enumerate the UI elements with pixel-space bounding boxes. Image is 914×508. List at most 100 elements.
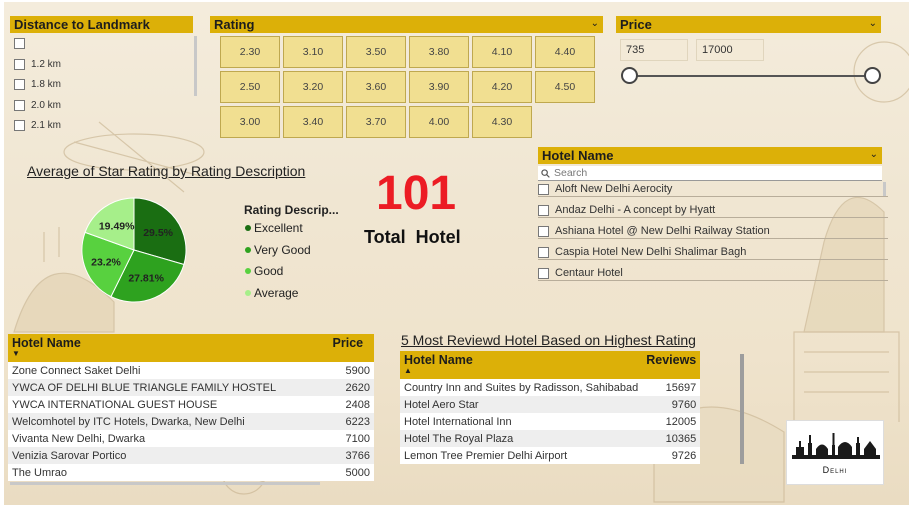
reviews-table-row[interactable]: Hotel Aero Star 9760 <box>400 396 701 413</box>
checkbox[interactable] <box>14 79 25 90</box>
hotel-name-option[interactable]: Caspia Hotel New Delhi Shalimar Bagh <box>538 246 888 260</box>
legend-item[interactable]: Very Good <box>245 243 311 257</box>
hotel-name-option[interactable]: Aloft New Delhi Aerocity <box>538 183 888 197</box>
hotel-name-cell: Lemon Tree Premier Delhi Airport <box>400 447 643 464</box>
legend-marker <box>245 225 251 231</box>
reviews-table-row[interactable]: Hotel The Royal Plaza 10365 <box>400 430 701 447</box>
chevron-down-icon[interactable]: ⌄ <box>869 16 877 31</box>
rating-option-button[interactable]: 4.50 <box>535 71 595 103</box>
checkbox[interactable] <box>538 225 549 237</box>
price-table-row[interactable]: Vivanta New Delhi, Dwarka 7100 <box>8 430 374 447</box>
rating-option-button[interactable]: 4.30 <box>472 106 532 138</box>
legend-label: Excellent <box>254 221 303 235</box>
price-slider-min-handle[interactable] <box>621 67 638 84</box>
value-cell: 2620 <box>328 379 374 396</box>
distance-option-label: 2.0 km <box>31 99 62 111</box>
rating-option-button[interactable]: 2.50 <box>220 71 280 103</box>
checkbox[interactable] <box>538 246 549 258</box>
reviews-table-row[interactable]: Country Inn and Suites by Radisson, Sahi… <box>400 379 701 396</box>
pie-chart-title: Average of Star Rating by Rating Descrip… <box>27 163 306 179</box>
rating-filter-header: Rating ⌄ <box>210 16 603 33</box>
rating-option-button[interactable]: 3.80 <box>409 36 469 68</box>
price-table-row[interactable]: The Umrao 5000 <box>8 464 374 481</box>
legend-item[interactable]: Good <box>245 264 283 278</box>
reviews-table-header-reviews[interactable]: Reviews <box>642 351 701 379</box>
reviews-table-body: Country Inn and Suites by Radisson, Sahi… <box>400 379 701 464</box>
price-max-input[interactable]: 17000 <box>696 39 764 61</box>
price-slider-max-handle[interactable] <box>864 67 881 84</box>
hotel-name-cell: Zone Connect Saket Delhi <box>8 362 329 379</box>
checkbox[interactable] <box>538 183 549 195</box>
distance-option[interactable]: 2.1 km <box>14 120 61 131</box>
distance-option[interactable] <box>14 38 31 49</box>
price-filter-header: Price ⌄ <box>616 16 881 33</box>
distance-filter-header: Distance to Landmark <box>10 16 193 33</box>
price-table-row[interactable]: Zone Connect Saket Delhi 5900 <box>8 362 374 379</box>
distance-option[interactable]: 1.8 km <box>14 79 61 90</box>
hotel-search-box[interactable]: Search <box>538 166 882 181</box>
checkbox[interactable] <box>14 120 25 131</box>
rating-option-button[interactable]: 3.60 <box>346 71 406 103</box>
rating-option-button[interactable]: 3.00 <box>220 106 280 138</box>
price-table-hscrollbar[interactable] <box>10 482 320 485</box>
hotel-name-option[interactable]: Centaur Hotel <box>538 267 888 281</box>
price-table-header-price[interactable]: Price <box>328 334 374 362</box>
rating-option-button[interactable]: 4.20 <box>472 71 532 103</box>
rating-option-button[interactable]: 2.30 <box>220 36 280 68</box>
price-min-input[interactable]: 735 <box>620 39 688 61</box>
rating-option-button[interactable]: 3.10 <box>283 36 343 68</box>
dashboard-canvas: Distance to Landmark 1.2 km 1.8 km 2.0 km 2… <box>4 2 909 505</box>
price-table-row[interactable]: YWCA OF DELHI BLUE TRIANGLE FAMILY HOSTE… <box>8 379 374 396</box>
checkbox[interactable] <box>538 204 549 216</box>
rating-option-button[interactable]: 3.20 <box>283 71 343 103</box>
reviews-table-scrollbar[interactable] <box>740 354 744 464</box>
reviews-table-row[interactable]: Lemon Tree Premier Delhi Airport 9726 <box>400 447 701 464</box>
rating-option-button[interactable]: 3.40 <box>283 106 343 138</box>
hotel-name-option-label: Centaur Hotel <box>555 267 623 279</box>
sort-asc-icon[interactable]: ▲ <box>404 367 638 375</box>
rating-option-button[interactable]: 4.10 <box>472 36 532 68</box>
price-table-row[interactable]: Venizia Sarovar Portico 3766 <box>8 447 374 464</box>
legend-marker <box>245 268 251 274</box>
price-table-header-hotel[interactable]: Hotel Name ▼ <box>8 334 329 362</box>
reviews-table-header-row: Hotel Name ▲ Reviews <box>400 351 701 379</box>
rating-option-button[interactable]: 3.50 <box>346 36 406 68</box>
distance-option-label: 2.1 km <box>31 120 62 131</box>
checkbox[interactable] <box>538 267 549 279</box>
chevron-down-icon[interactable]: ⌄ <box>591 16 599 31</box>
reviews-table-header-hotel[interactable]: Hotel Name ▲ <box>400 351 643 379</box>
hotel-name-option[interactable]: Ashiana Hotel @ New Delhi Railway Statio… <box>538 225 888 239</box>
hotel-name-cell: Hotel Aero Star <box>400 396 643 413</box>
value-cell: 12005 <box>642 413 701 430</box>
value-cell: 5900 <box>328 362 374 379</box>
hotel-name-cell: YWCA INTERNATIONAL GUEST HOUSE <box>8 396 329 413</box>
hotel-name-option-label: Caspia Hotel New Delhi Shalimar Bagh <box>555 246 747 258</box>
rating-option-button[interactable]: 3.70 <box>346 106 406 138</box>
legend-item[interactable]: Excellent <box>245 221 303 235</box>
chevron-down-icon[interactable]: ⌄ <box>870 147 878 162</box>
pie-legend-title: Rating Descrip... <box>244 203 339 217</box>
value-cell: 9760 <box>642 396 701 413</box>
hotel-name-option-label: Ashiana Hotel @ New Delhi Railway Statio… <box>555 225 770 237</box>
distance-filter-scrollbar[interactable] <box>194 36 197 96</box>
rating-option-button[interactable]: 4.40 <box>535 36 595 68</box>
rating-option-button[interactable]: 3.90 <box>409 71 469 103</box>
rating-option-button[interactable]: 4.00 <box>409 106 469 138</box>
value-cell: 15697 <box>642 379 701 396</box>
delhi-logo: Delhi <box>786 420 884 485</box>
checkbox[interactable] <box>14 58 25 70</box>
distance-option[interactable]: 2.0 km <box>14 99 62 111</box>
distance-option[interactable]: 1.2 km <box>14 58 61 70</box>
checkbox[interactable] <box>14 38 25 49</box>
price-table-row[interactable]: Welcomhotel by ITC Hotels, Dwarka, New D… <box>8 413 374 430</box>
delhi-skyline-icon <box>792 433 880 459</box>
price-table-row[interactable]: YWCA INTERNATIONAL GUEST HOUSE 2408 <box>8 396 374 413</box>
hotel-name-option[interactable]: Andaz Delhi - A concept by Hyatt <box>538 204 888 218</box>
reviews-table-row[interactable]: Hotel International Inn 12005 <box>400 413 701 430</box>
hotel-name-cell: YWCA OF DELHI BLUE TRIANGLE FAMILY HOSTE… <box>8 379 329 396</box>
legend-item[interactable]: Average <box>245 286 298 300</box>
checkbox[interactable] <box>14 99 25 111</box>
hotel-list-scrollbar[interactable] <box>883 182 886 196</box>
sort-desc-icon[interactable]: ▼ <box>12 350 325 358</box>
price-slider-track[interactable] <box>628 75 872 77</box>
